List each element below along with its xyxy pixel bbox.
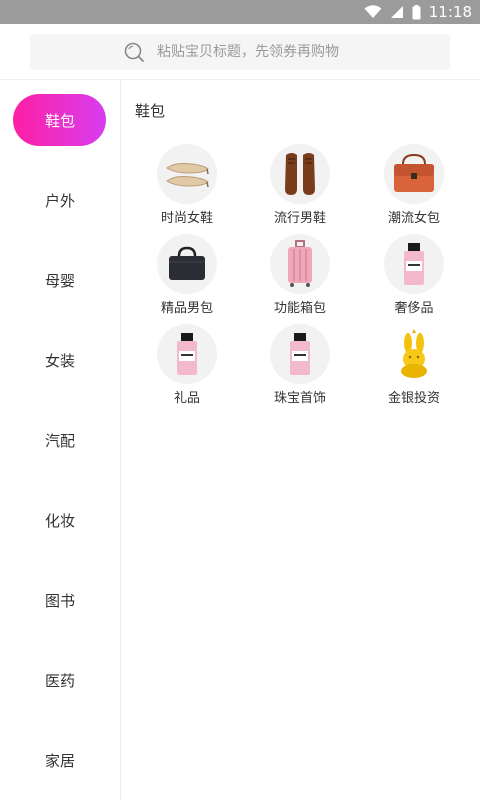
grid-item-gifts[interactable]: 礼品: [137, 324, 237, 408]
sidebar-item-baby[interactable]: 母婴: [0, 254, 120, 306]
item-image: [384, 324, 444, 384]
item-name: 珠宝首饰: [273, 391, 326, 406]
item-name: 奢侈品: [394, 301, 434, 316]
item-image: [270, 324, 330, 384]
sidebar-item-cosmetics[interactable]: 化妆: [0, 494, 120, 546]
sidebar-item-outdoor[interactable]: 户外: [0, 174, 120, 226]
item-image: [270, 144, 330, 204]
signal-icon: [390, 6, 403, 18]
sidebar-item-label: 母婴: [44, 271, 75, 290]
item-name: 金银投资: [387, 391, 440, 406]
section-title: 鞋包: [135, 102, 166, 120]
status-bar: 11:18: [0, 0, 480, 24]
grid-item-womens-shoes[interactable]: 时尚女鞋: [137, 144, 237, 228]
item-image: [157, 324, 217, 384]
perfume-icon: [404, 243, 424, 285]
grid-item-gold-silver[interactable]: 金银投资: [364, 324, 464, 408]
grid-item-luggage[interactable]: 功能箱包: [250, 234, 350, 318]
sidebar-item-label: 户外: [44, 191, 75, 210]
mens-shoes-icon: [285, 153, 315, 195]
grid-item-mens-shoes[interactable]: 流行男鞋: [250, 144, 350, 228]
grid-item-jewelry[interactable]: 珠宝首饰: [250, 324, 350, 408]
item-image: [157, 234, 217, 294]
battery-icon: [412, 4, 421, 19]
gold-rabbit-icon: [401, 329, 427, 378]
item-name: 礼品: [173, 391, 200, 406]
item-name: 时尚女鞋: [160, 211, 213, 226]
category-content: 鞋包 时尚女鞋 流行男鞋 潮流女包 精品男包 功能箱包 奢侈品 礼品 珠宝首饰 …: [121, 80, 480, 800]
item-image: [270, 234, 330, 294]
item-image: [384, 144, 444, 204]
item-name: 精品男包: [160, 301, 213, 316]
status-time: 11:18: [428, 3, 472, 21]
perfume-icon: [290, 333, 310, 375]
heels-icon: [166, 163, 209, 188]
grid-item-luxury[interactable]: 奢侈品: [364, 234, 464, 318]
sidebar-item-label: 化妆: [44, 511, 75, 530]
sidebar-item-books[interactable]: 图书: [0, 574, 120, 626]
grid-item-mens-bags[interactable]: 精品男包: [137, 234, 237, 318]
item-image: [384, 234, 444, 294]
sidebar-item-label: 医药: [44, 671, 75, 690]
search-box[interactable]: [30, 34, 450, 70]
sidebar-item-womens-wear[interactable]: 女装: [0, 334, 120, 386]
sidebar-item-label: 汽配: [44, 431, 75, 450]
sidebar-item-home[interactable]: 家居: [0, 734, 120, 786]
item-name: 功能箱包: [273, 301, 326, 316]
grid-item-womens-bags[interactable]: 潮流女包: [364, 144, 464, 228]
item-name: 潮流女包: [387, 211, 440, 226]
sidebar-item-label: 鞋包: [44, 111, 75, 130]
suitcase-icon: [288, 240, 312, 287]
search-bar: [0, 24, 480, 80]
item-image: [157, 144, 217, 204]
item-name: 流行男鞋: [273, 211, 326, 226]
briefcase-icon: [169, 246, 205, 280]
sidebar-item-label: 家居: [44, 751, 75, 770]
sidebar-item-label: 图书: [44, 591, 75, 610]
sidebar-item-shoes-bags[interactable]: 鞋包: [0, 94, 120, 146]
wifi-icon: [364, 5, 382, 18]
sidebar-item-auto-parts[interactable]: 汽配: [0, 414, 120, 466]
search-input[interactable]: [157, 44, 357, 60]
sidebar-item-label: 女装: [44, 351, 75, 370]
search-icon: [124, 42, 144, 62]
handbag-icon: [394, 153, 434, 192]
sidebar-item-medicine[interactable]: 医药: [0, 654, 120, 706]
perfume-icon: [177, 333, 197, 375]
category-sidebar: 鞋包 户外 母婴 女装 汽配 化妆 图书 医药 家居: [0, 80, 121, 800]
